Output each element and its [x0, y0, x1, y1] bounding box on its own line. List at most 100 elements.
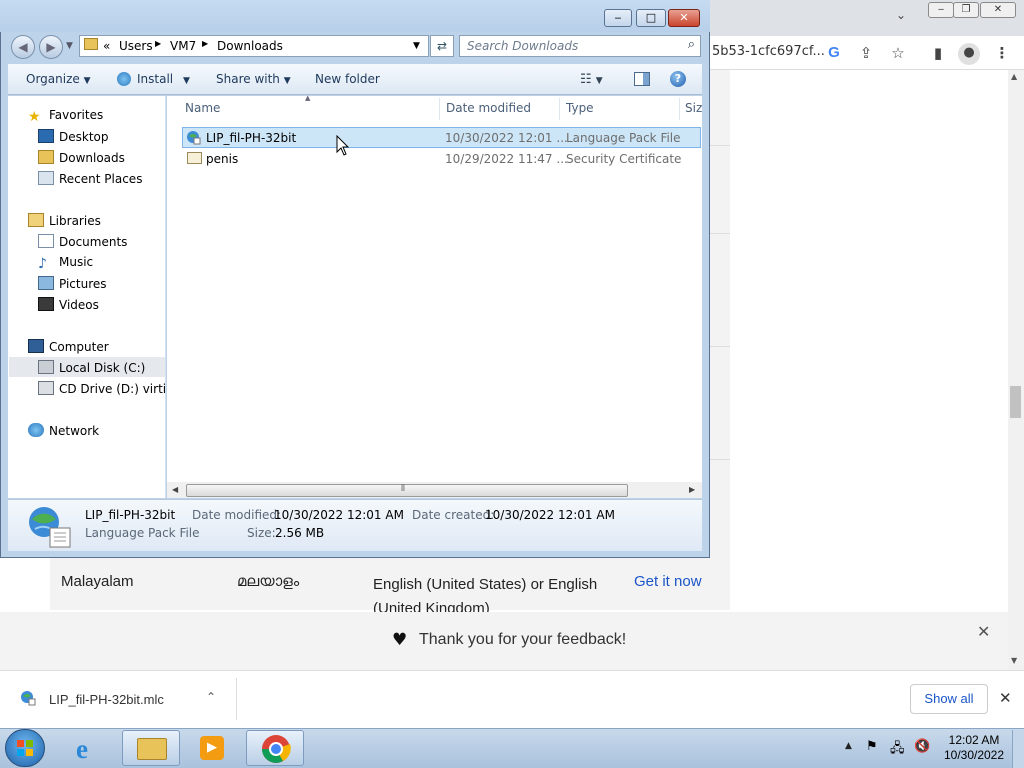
scroll-right-arrow-icon[interactable]: ▶ — [689, 485, 695, 494]
breadcrumb-users[interactable]: Users — [119, 39, 153, 53]
forward-arrow-icon[interactable]: ▶ — [39, 35, 63, 59]
close-download-shelf-icon[interactable]: ✕ — [999, 689, 1012, 707]
breadcrumb-separator-icon[interactable]: ▶ — [202, 39, 208, 48]
new-folder-button[interactable]: New folder — [315, 72, 380, 86]
table-divider — [710, 233, 730, 234]
nav-videos[interactable]: Videos — [38, 297, 99, 312]
page-column-bg — [710, 70, 730, 610]
get-it-now-link[interactable]: Get it now — [634, 573, 702, 590]
breadcrumb-vm7[interactable]: VM7 — [170, 39, 196, 53]
videos-icon — [38, 297, 54, 311]
bookmark-star-icon[interactable]: ☆ — [888, 43, 908, 63]
install-button[interactable]: Install ▼ — [137, 72, 190, 86]
column-header-type[interactable]: Type — [566, 101, 594, 115]
search-input[interactable]: Search Downloads ⌕ — [459, 35, 701, 57]
nav-cd-drive[interactable]: CD Drive (D:) virtio-w — [38, 381, 165, 396]
view-options-icon[interactable]: ☷ ▼ — [580, 72, 603, 87]
feedback-message: Thank you for your feedback! — [419, 631, 627, 648]
nav-computer-label: Computer — [49, 340, 109, 354]
nav-pictures[interactable]: Pictures — [38, 276, 107, 291]
chrome-menu-icon[interactable]: ⋮ — [992, 43, 1012, 63]
detail-size: 2.56 MB — [275, 526, 325, 540]
recent-locations-chevron-icon[interactable]: ▼ — [66, 41, 73, 51]
scroll-up-arrow-icon[interactable]: ▲ — [1011, 72, 1017, 81]
dismiss-feedback-icon[interactable]: ✕ — [977, 622, 990, 641]
column-separator[interactable] — [679, 98, 680, 120]
explorer-maximize-button[interactable]: □ — [636, 9, 666, 27]
nav-computer[interactable]: Computer — [28, 339, 109, 354]
profile-avatar-icon[interactable]: ● — [958, 43, 980, 65]
horizontal-scrollbar-thumb[interactable] — [186, 484, 628, 497]
column-header-name[interactable]: Name — [185, 101, 220, 115]
nav-network[interactable]: Network — [28, 423, 99, 438]
help-icon[interactable]: ? — [670, 71, 686, 87]
tab-list-chevron-icon[interactable]: ⌄ — [896, 8, 906, 22]
download-item-filename[interactable]: LIP_fil-PH-32bit.mlc — [49, 692, 164, 707]
chrome-close-button[interactable]: ✕ — [980, 2, 1016, 18]
share-icon[interactable]: ⇪ — [856, 43, 876, 63]
nav-local-disk-label: Local Disk (C:) — [59, 361, 146, 375]
file-name[interactable]: penis — [206, 152, 238, 166]
column-separator[interactable] — [439, 98, 440, 120]
nav-libraries[interactable]: Libraries — [28, 213, 101, 228]
nav-documents[interactable]: Documents — [38, 234, 127, 249]
file-name[interactable]: LIP_fil-PH-32bit — [206, 131, 296, 145]
heart-icon: ♥ — [392, 630, 408, 650]
back-arrow-icon[interactable]: ◀ — [11, 35, 35, 59]
windows-explorer-taskbar-icon[interactable] — [122, 730, 180, 766]
share-with-menu[interactable]: Share with ▼ — [216, 72, 291, 86]
column-header-size[interactable]: Size — [685, 101, 702, 115]
column-separator[interactable] — [559, 98, 560, 120]
internet-explorer-taskbar-icon[interactable]: e — [62, 730, 120, 766]
folder-icon — [84, 38, 98, 50]
start-button[interactable] — [5, 729, 45, 767]
clock[interactable]: 12:02 AM 10/30/2022 — [940, 733, 1008, 763]
show-all-downloads-button[interactable]: Show all — [910, 684, 988, 714]
libraries-icon — [28, 213, 44, 227]
address-dropdown-icon[interactable]: ▼ — [413, 41, 420, 51]
explorer-minimize-button[interactable]: ‒ — [604, 9, 632, 27]
nav-favorites[interactable]: ★ Favorites — [28, 108, 103, 124]
search-icon[interactable]: ⌕ — [688, 37, 695, 52]
scroll-left-arrow-icon[interactable]: ◀ — [172, 485, 178, 494]
show-desktop-button[interactable] — [1012, 730, 1024, 768]
nav-network-label: Network — [49, 424, 100, 438]
language-native-name: മലയാളം — [237, 573, 300, 590]
chrome-minimize-button[interactable]: ‒ — [928, 2, 954, 18]
column-header-date-modified[interactable]: Date modified — [446, 101, 531, 115]
nav-local-disk[interactable]: Local Disk (C:) — [38, 360, 145, 375]
media-player-taskbar-icon[interactable]: ▶ — [183, 730, 241, 766]
nav-recent-places[interactable]: Recent Places — [38, 171, 142, 186]
scroll-down-arrow-icon[interactable]: ▼ — [1011, 656, 1017, 665]
action-center-flag-icon[interactable]: ⚑ — [866, 739, 878, 754]
breadcrumb-overflow[interactable]: « — [103, 39, 110, 53]
page-scrollbar-thumb[interactable] — [1010, 386, 1021, 418]
download-options-chevron-icon[interactable]: ⌃ — [206, 690, 216, 704]
breadcrumb-separator-icon[interactable]: ▶ — [155, 39, 161, 48]
address-bar-url[interactable]: 5b53-1cfc697cf... — [712, 44, 825, 59]
show-hidden-icons-icon[interactable]: ▲ — [845, 741, 852, 751]
page-scrollbar[interactable] — [1008, 70, 1024, 670]
downloads-folder-icon — [38, 150, 54, 164]
network-icon[interactable]: 🖧 — [890, 739, 905, 761]
computer-icon — [28, 339, 44, 353]
nav-desktop[interactable]: Desktop — [38, 129, 109, 144]
organize-menu[interactable]: Organize ▼ — [26, 72, 91, 86]
explorer-close-button[interactable]: ✕ — [668, 9, 700, 27]
chrome-taskbar-icon[interactable] — [246, 730, 304, 766]
chevron-down-icon: ▼ — [83, 76, 91, 86]
download-separator — [236, 678, 237, 720]
star-icon: ★ — [28, 109, 41, 125]
details-pane — [8, 499, 702, 551]
preview-pane-icon[interactable] — [634, 72, 650, 86]
volume-muted-icon[interactable]: 🔇 — [914, 739, 930, 754]
chrome-restore-button[interactable]: ❐ — [953, 2, 979, 18]
side-panel-icon[interactable]: ▮ — [928, 43, 948, 63]
refresh-icon[interactable]: ⇄ — [430, 35, 454, 57]
nav-downloads-label: Downloads — [59, 151, 125, 165]
nav-videos-label: Videos — [59, 298, 99, 312]
nav-music[interactable]: ♪ Music — [38, 255, 93, 271]
breadcrumb-downloads[interactable]: Downloads — [217, 39, 283, 53]
nav-downloads[interactable]: Downloads — [38, 150, 125, 165]
google-lens-icon[interactable]: G — [824, 43, 844, 63]
